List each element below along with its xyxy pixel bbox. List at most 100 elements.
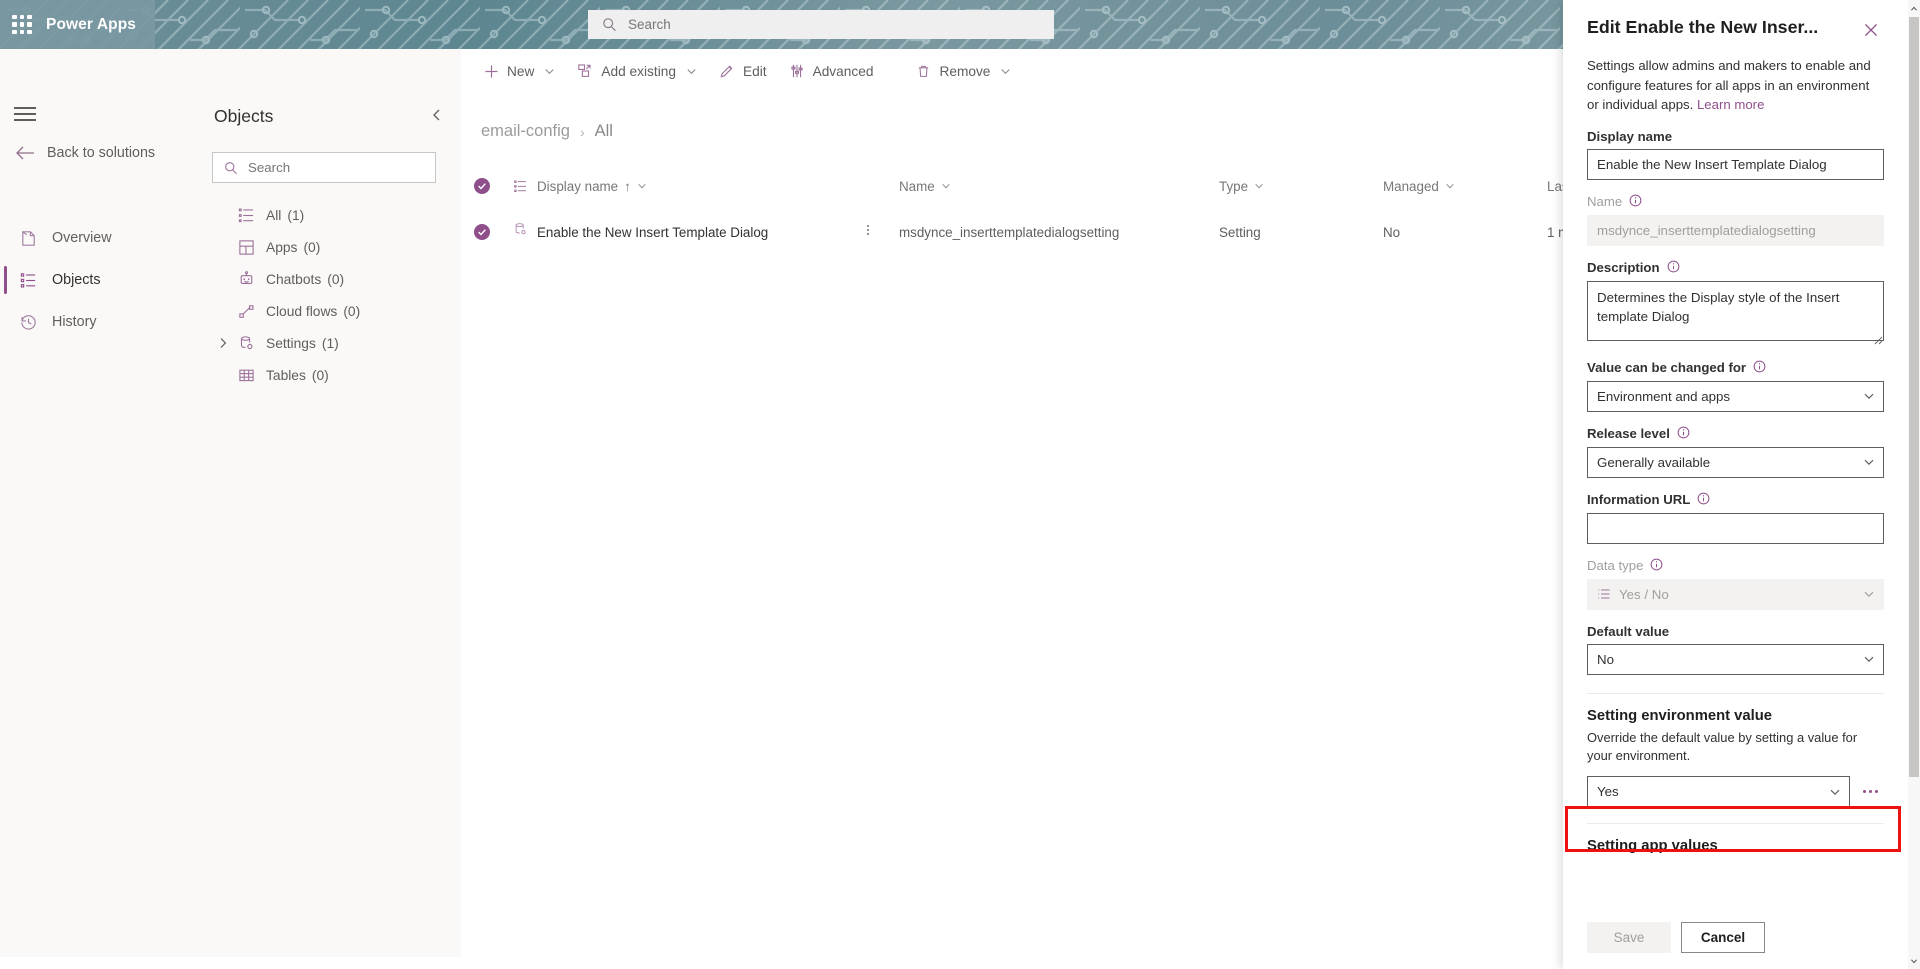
- info-icon[interactable]: [1753, 360, 1766, 376]
- edit-setting-panel: Edit Enable the New Inser... Settings al…: [1563, 0, 1920, 969]
- tree-item-label: Tables: [266, 367, 306, 383]
- add-existing-button[interactable]: Add existing: [568, 54, 706, 88]
- section-divider: [1587, 692, 1884, 694]
- tree-item-cloud-flows[interactable]: Cloud flows (0): [196, 295, 461, 327]
- learn-more-link[interactable]: Learn more: [1697, 97, 1764, 112]
- default-value-dropdown[interactable]: No: [1587, 643, 1884, 675]
- advanced-sliders-icon: [790, 64, 803, 78]
- global-search-box[interactable]: Search: [588, 10, 1054, 39]
- chevron-down-icon: [1864, 393, 1874, 400]
- description-textarea[interactable]: [1587, 280, 1884, 341]
- breadcrumb-separator: ›: [579, 123, 585, 140]
- tree-item-chatbots[interactable]: Chatbots (0): [196, 263, 461, 295]
- sidebar-item-overview[interactable]: Overview: [0, 217, 196, 259]
- advanced-button[interactable]: Advanced: [780, 54, 904, 88]
- chevron-down-icon: [1864, 459, 1874, 466]
- command-label: Edit: [742, 63, 767, 79]
- chevron-left-icon[interactable]: [429, 107, 447, 125]
- breadcrumb-parent[interactable]: email-config: [481, 122, 570, 141]
- row-checkbox[interactable]: [474, 224, 490, 240]
- sidebar-item-label: History: [52, 314, 97, 330]
- sidebar-item-objects[interactable]: Objects: [0, 259, 196, 301]
- dropdown-value: Environment and apps: [1597, 388, 1731, 404]
- dropdown-value: No: [1597, 651, 1614, 667]
- tree-item-tables[interactable]: Tables (0): [196, 359, 461, 391]
- field-description: Description: [1587, 260, 1884, 346]
- tree-item-count: (1): [287, 207, 305, 223]
- field-default-value: Default value No: [1587, 624, 1884, 675]
- field-value-can-be-changed-for: Value can be changed for Environment and…: [1587, 360, 1884, 412]
- info-icon[interactable]: [1667, 260, 1680, 276]
- field-data-type: Data type Yes / No: [1587, 558, 1884, 610]
- app-launcher-icon[interactable]: [12, 14, 32, 35]
- new-button[interactable]: New: [475, 54, 564, 88]
- column-label: Managed: [1383, 178, 1439, 194]
- information-url-input[interactable]: [1587, 512, 1884, 544]
- column-label: Name: [899, 178, 935, 194]
- resize-handle-icon[interactable]: [1872, 334, 1883, 345]
- remove-button[interactable]: Remove: [907, 54, 1020, 88]
- chevron-down-icon: [638, 184, 646, 189]
- info-icon[interactable]: [1629, 194, 1642, 210]
- scroll-up-icon[interactable]: [1908, 0, 1920, 17]
- field-label: Default value: [1587, 623, 1670, 639]
- chevron-down-icon: [1001, 68, 1010, 74]
- dropdown-value: Yes / No: [1619, 586, 1669, 602]
- rail-nav-list: Overview Objects History: [0, 217, 196, 343]
- apps-grid-icon: [234, 239, 258, 256]
- release-level-dropdown[interactable]: Generally available: [1587, 446, 1884, 478]
- select-all-checkbox[interactable]: [474, 178, 490, 194]
- setting-environment-value-dropdown[interactable]: Yes: [1587, 776, 1850, 807]
- more-horizontal-icon[interactable]: [1856, 778, 1884, 806]
- type-column-icon-header[interactable]: [503, 179, 537, 194]
- brand-area[interactable]: Power Apps: [0, 0, 155, 49]
- column-header-name[interactable]: Name: [899, 179, 1219, 194]
- command-label: Advanced: [812, 63, 874, 79]
- field-label: Value can be changed for: [1587, 360, 1747, 376]
- scroll-down-icon[interactable]: [1908, 952, 1920, 969]
- info-icon[interactable]: [1650, 558, 1663, 574]
- chevron-down-icon: [1446, 184, 1454, 189]
- column-label: Display name: [537, 178, 619, 194]
- info-icon[interactable]: [1697, 492, 1710, 508]
- history-clock-icon: [18, 312, 39, 333]
- tree-item-count: (0): [303, 239, 321, 255]
- chevron-down-icon: [942, 184, 950, 189]
- data-type-dropdown: Yes / No: [1587, 578, 1884, 610]
- tree-item-count: (1): [321, 335, 339, 351]
- scrollbar-thumb[interactable]: [1909, 17, 1919, 777]
- objects-search-input[interactable]: Search: [212, 152, 436, 183]
- panel-scroll-area: Edit Enable the New Inser... Settings al…: [1563, 0, 1908, 969]
- sidebar-item-history[interactable]: History: [0, 301, 196, 343]
- objects-search-placeholder: Search: [248, 160, 291, 175]
- trash-icon: [919, 65, 929, 77]
- field-label-row: Value can be changed for: [1587, 360, 1884, 376]
- chevron-right-icon[interactable]: [212, 337, 234, 349]
- setting-app-values-heading: Setting app values: [1587, 838, 1718, 854]
- display-name-input[interactable]: [1587, 148, 1884, 180]
- list-icon: [513, 180, 526, 192]
- cancel-button[interactable]: Cancel: [1681, 922, 1765, 953]
- column-header-managed[interactable]: Managed: [1383, 179, 1547, 194]
- column-header-type[interactable]: Type: [1219, 179, 1383, 194]
- info-icon[interactable]: [1677, 426, 1690, 442]
- panel-scrollbar[interactable]: [1908, 0, 1920, 969]
- field-label: Data type: [1587, 558, 1644, 574]
- back-to-solutions-label: Back to solutions: [47, 145, 156, 161]
- sidebar-item-label: Objects: [52, 272, 101, 288]
- back-to-solutions-link[interactable]: Back to solutions: [16, 145, 155, 161]
- column-header-display-name[interactable]: Display name ↑: [537, 179, 899, 194]
- tree-item-apps[interactable]: Apps (0): [196, 231, 461, 263]
- tree-item-settings[interactable]: Settings (1): [196, 327, 461, 359]
- hamburger-menu-icon[interactable]: [14, 105, 36, 121]
- name-input: [1587, 214, 1884, 246]
- dropdown-value: Generally available: [1597, 454, 1711, 470]
- cell-display-name: Enable the New Insert Template Dialog: [537, 224, 769, 240]
- tree-item-count: (0): [327, 271, 345, 287]
- edit-button[interactable]: Edit: [710, 54, 776, 88]
- close-icon[interactable]: [1858, 17, 1884, 43]
- tree-item-all[interactable]: All (1): [196, 199, 461, 231]
- panel-description: Settings allow admins and makers to enab…: [1587, 56, 1884, 115]
- value-changed-for-dropdown[interactable]: Environment and apps: [1587, 380, 1884, 412]
- more-vertical-icon[interactable]: [861, 223, 875, 242]
